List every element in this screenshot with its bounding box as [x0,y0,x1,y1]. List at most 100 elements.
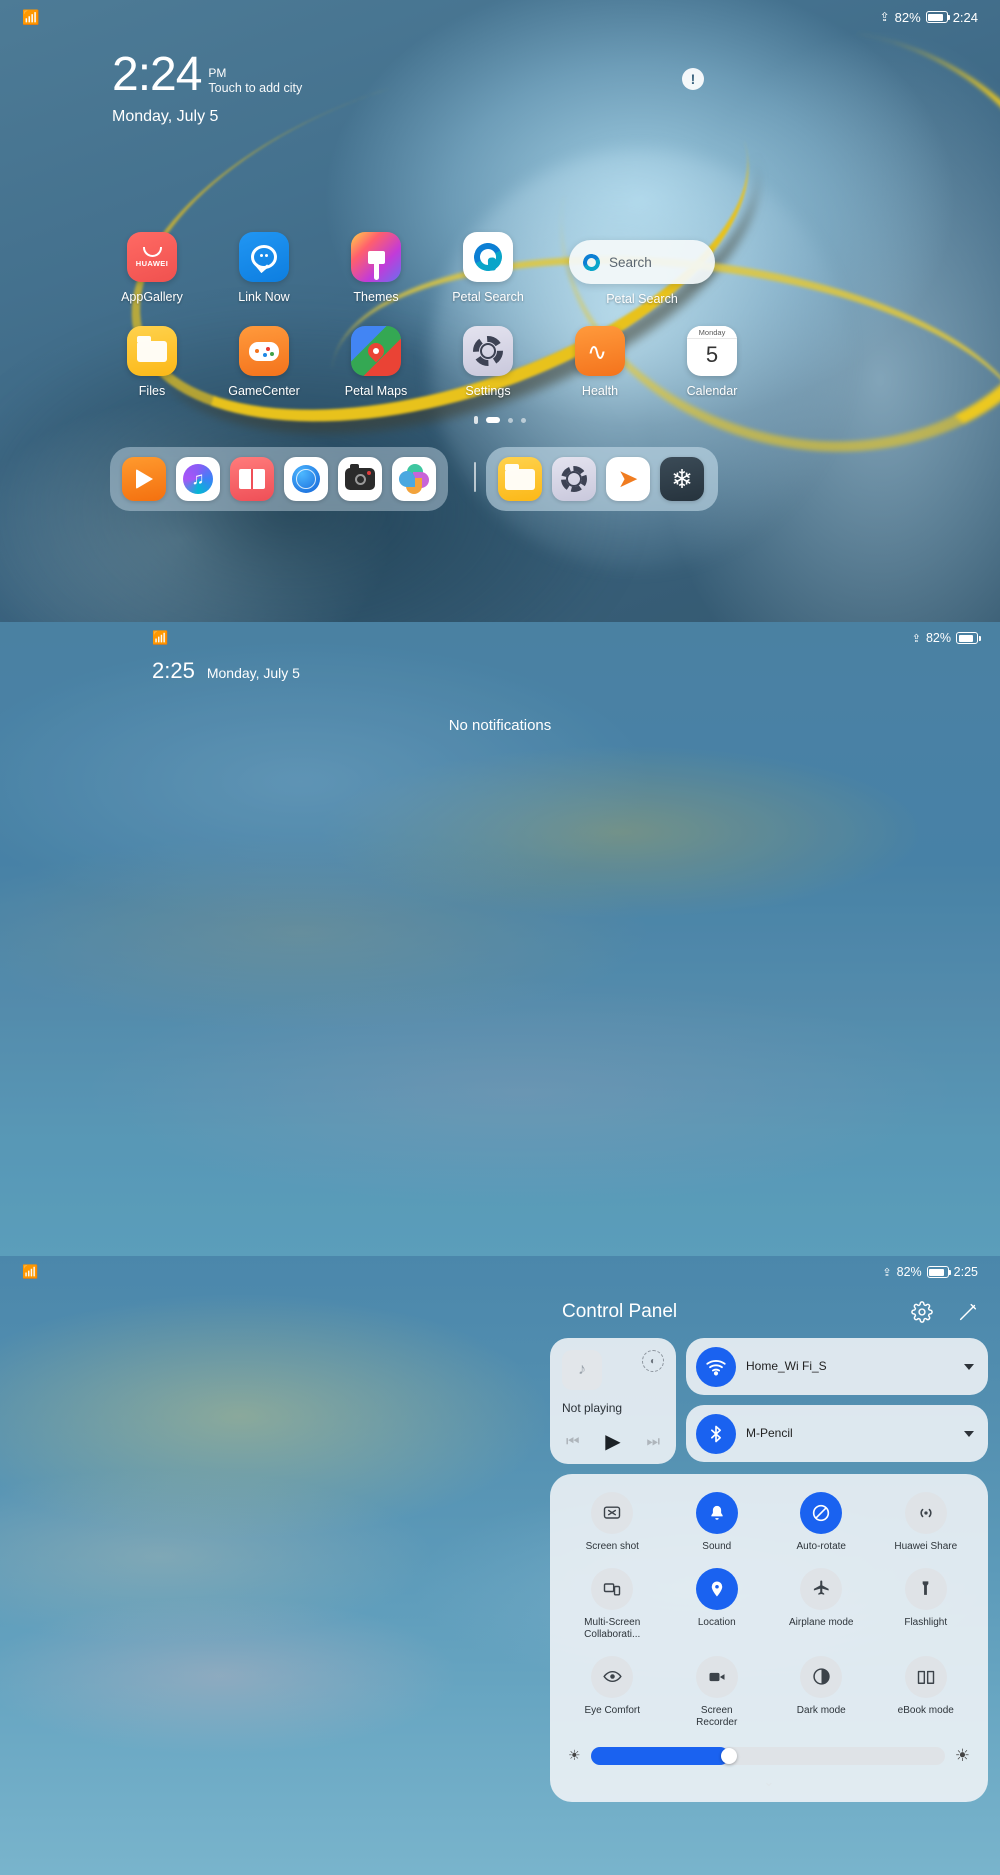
calendar-weekday: Monday [687,326,737,339]
app-petal-search[interactable]: Petal Search [432,232,544,304]
bluetooth-icon: ⇪ [879,10,890,24]
toggle-auto-rotate[interactable]: Auto-rotate [769,1492,874,1554]
health-icon: ∿ [575,326,625,376]
clock-date: Monday, July 5 [112,107,219,125]
screenshot-icon[interactable] [591,1492,634,1534]
bluetooth-card[interactable]: M-Pencil [686,1405,988,1462]
camera-icon[interactable] [338,457,382,501]
battery-percent: 82% [925,631,951,645]
app-calendar[interactable]: Monday 5 Calendar [656,326,768,398]
toggle-screenshot[interactable]: Screen shot [560,1492,665,1554]
toggle-sound[interactable]: Sound [665,1492,770,1554]
files-icon[interactable] [498,457,542,501]
screen-recorder-icon[interactable] [695,1655,738,1698]
home-status-bar: 📶 ⇪ 82% 2:24 [0,0,1000,34]
location-pin-icon[interactable] [695,1567,738,1610]
app-gamecenter[interactable]: GameCenter [208,326,320,398]
wifi-icon: 📶 [22,1264,39,1279]
toggle-ebook-mode[interactable]: eBook mode [874,1655,979,1730]
flashlight-icon[interactable] [904,1567,947,1610]
chevron-down-icon[interactable]: ⌄ [752,1774,786,1789]
chevron-down-icon[interactable] [964,1430,974,1437]
eye-icon[interactable] [591,1655,634,1698]
app-health[interactable]: ∿ Health [544,326,656,398]
gallery-icon[interactable] [392,457,436,501]
notification-shade: 📶 ⇪ 82% 2:25 Monday, July 5 No notificat… [0,622,1000,1256]
app-label: Calendar [686,384,738,398]
wifi-icon[interactable] [696,1346,736,1387]
multiscreen-icon[interactable] [591,1567,634,1610]
app-files[interactable]: Files [96,326,208,398]
app-label: Petal Search [452,290,524,304]
previous-track-icon[interactable]: ⏮ [566,1433,580,1450]
add-city-hint[interactable]: Touch to add city [208,81,302,95]
settings-icon [463,326,513,376]
shade-clock: 2:25 Monday, July 5 [152,658,300,684]
music-icon[interactable]: ♫ [176,457,220,501]
themes-icon [351,232,401,282]
toggle-location[interactable]: Location [665,1567,770,1642]
lockscreen-clock-widget[interactable]: 2:24 PM Touch to add city Monday, July 5 [112,51,302,126]
page-indicator[interactable] [0,416,1000,424]
control-panel-screen: 📶 ⇪ 82% 2:25 Control Panel ♪ ◐ Not playi… [0,1256,1000,1875]
huawei-share-icon[interactable] [904,1492,947,1534]
toggle-multi-screen-collaboration[interactable]: Multi-Screen Collaborati... [560,1567,665,1642]
chevron-down-icon[interactable] [964,1363,974,1370]
files-icon [127,326,177,376]
bell-icon[interactable] [695,1492,738,1534]
bluetooth-icon: ⇪ [911,632,921,645]
video-icon[interactable] [122,457,166,501]
app-settings[interactable]: Settings [432,326,544,398]
battery-icon [925,11,951,23]
app-appgallery[interactable]: HUAWEI AppGallery [96,232,208,304]
toggle-dark-mode[interactable]: Dark mode [769,1655,874,1730]
appgallery-brand: HUAWEI [135,258,169,268]
toggle-flashlight[interactable]: Flashlight [874,1567,979,1642]
wifi-card[interactable]: Home_Wi Fi_S [686,1338,988,1395]
ebook-icon[interactable] [904,1655,947,1698]
home-screen: 📶 ⇪ 82% 2:24 2:24 PM Touch to add city M… [0,0,1000,622]
page-dot-1[interactable] [486,417,500,423]
app-link-now[interactable]: Link Now [208,232,320,304]
dock-left: ♫ [110,447,448,511]
next-track-icon[interactable]: ⏭ [646,1433,660,1450]
battery-icon [926,1266,952,1278]
search-widget[interactable]: Search [569,240,715,284]
himovie-icon[interactable]: ➤ [606,457,650,501]
airplane-icon[interactable] [800,1567,843,1610]
app-label: Files [138,384,166,398]
wifi-network-name: Home_Wi Fi_S [746,1359,827,1373]
gear-icon[interactable] [910,1300,934,1324]
snowflake-icon[interactable]: ❄ [660,457,704,501]
app-label: Settings [465,384,511,398]
dark-mode-icon[interactable] [800,1655,843,1698]
browser-icon[interactable] [284,457,328,501]
books-icon[interactable] [230,457,274,501]
app-themes[interactable]: Themes [320,232,432,304]
bluetooth-icon[interactable] [696,1413,736,1454]
edit-pencil-icon[interactable] [956,1300,980,1324]
play-icon[interactable]: ▶ [605,1429,620,1454]
calendar-icon: Monday 5 [687,326,737,376]
status-clock: 2:25 [953,1265,978,1279]
petalsearch-icon [580,251,603,273]
shade-date: Monday, July 5 [206,665,300,681]
toggle-huawei-share[interactable]: Huawei Share [874,1492,979,1554]
toggle-airplane-mode[interactable]: Airplane mode [769,1567,874,1642]
page-dot-2[interactable] [508,417,513,423]
page-title: Control Panel [562,1301,678,1322]
brightness-row: ☀ ☀ [560,1730,978,1772]
rotate-lock-icon[interactable] [800,1492,843,1534]
brightness-knob[interactable] [720,1747,737,1764]
page-dot-3[interactable] [521,417,526,423]
settings-icon[interactable] [552,457,596,501]
media-player-card[interactable]: ♪ ◐ Not playing ⏮ ▶ ⏭ [550,1338,676,1464]
notification-alert-badge[interactable]: ! [682,68,704,90]
toggle-eye-comfort[interactable]: Eye Comfort [560,1655,665,1730]
cast-audio-icon[interactable]: ◐ [642,1350,664,1372]
app-petal-maps[interactable]: Petal Maps [320,326,432,398]
app-grid: HUAWEI AppGallery Link Now Themes Petal … [0,232,1000,398]
petalmaps-icon [351,326,401,376]
brightness-slider[interactable] [590,1746,945,1765]
toggle-screen-recorder[interactable]: Screen Recorder [665,1655,770,1730]
